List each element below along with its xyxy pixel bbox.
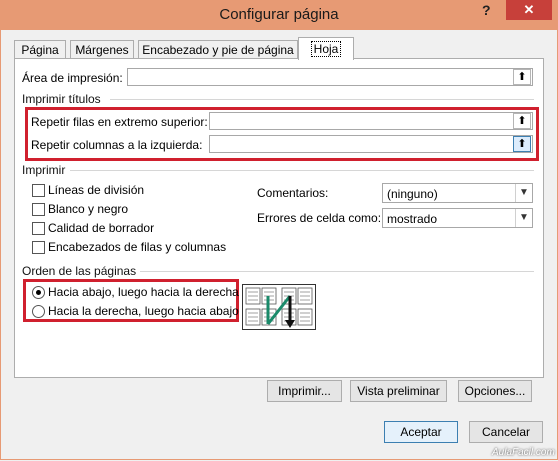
cols-label: Repetir columnas a la izquierda:	[31, 138, 203, 152]
tab-hoja-label: Hoja	[310, 41, 342, 57]
errors-select[interactable]: mostrado ▼	[382, 208, 533, 228]
divider	[70, 170, 534, 171]
tab-encabezado[interactable]: Encabezado y pie de página	[138, 40, 298, 59]
options-label: Opciones...	[464, 384, 526, 398]
window-title: Configurar página	[219, 6, 339, 23]
print-button-label: Imprimir...	[278, 384, 331, 398]
draft-checkbox[interactable]	[32, 222, 45, 235]
blackwhite-label: Blanco y negro	[48, 202, 129, 216]
headings-checkbox[interactable]	[32, 241, 45, 254]
print-area-collapse-icon[interactable]: ⬆	[513, 69, 531, 85]
page-order-preview-icon	[242, 284, 316, 330]
errors-value: mostrado	[387, 212, 438, 226]
rows-label: Repetir filas en extremo superior:	[31, 115, 208, 129]
chevron-down-icon: ▼	[515, 184, 532, 202]
tab-hoja[interactable]: Hoja	[298, 37, 354, 60]
print-titles-group: Imprimir títulos	[22, 92, 101, 106]
ok-button[interactable]: Aceptar	[384, 421, 458, 443]
print-button[interactable]: Imprimir...	[267, 380, 342, 402]
down-then-over-label: Hacia abajo, luego hacia la derecha	[48, 285, 239, 299]
gridlines-label: Líneas de división	[48, 183, 145, 197]
divider	[110, 99, 534, 100]
cancel-button[interactable]: Cancelar	[469, 421, 543, 443]
tab-margenes[interactable]: Márgenes	[70, 40, 134, 59]
comments-select[interactable]: (ninguno) ▼	[382, 183, 533, 203]
cancel-label: Cancelar	[481, 425, 531, 439]
print-group: Imprimir	[22, 163, 66, 177]
options-button[interactable]: Opciones...	[458, 380, 532, 402]
comments-label: Comentarios:	[257, 186, 329, 200]
print-area-input[interactable]	[127, 68, 533, 86]
radio-selected-dot	[36, 290, 41, 295]
gridlines-checkbox[interactable]	[32, 184, 45, 197]
title-bar: Configurar página ? ✕	[0, 0, 558, 30]
down-then-over-radio[interactable]	[32, 286, 45, 299]
watermark-text: AulaFacil.com	[492, 447, 555, 458]
print-area-label: Área de impresión:	[22, 71, 123, 85]
print-preview-label: Vista preliminar	[357, 384, 440, 398]
rows-collapse-icon[interactable]: ⬆	[513, 113, 531, 129]
help-button[interactable]: ?	[482, 2, 491, 18]
over-then-down-radio[interactable]	[32, 305, 45, 318]
cols-input[interactable]	[209, 135, 533, 153]
chevron-down-icon: ▼	[515, 209, 532, 227]
errors-label: Errores de celda como:	[257, 211, 382, 225]
headings-label: Encabezados de filas y columnas	[48, 240, 227, 254]
blackwhite-checkbox[interactable]	[32, 203, 45, 216]
page-order-group: Orden de las páginas	[22, 264, 137, 278]
comments-value: (ninguno)	[387, 187, 438, 201]
close-button[interactable]: ✕	[506, 0, 552, 20]
divider	[140, 271, 534, 272]
tab-pagina[interactable]: Página	[14, 40, 66, 59]
print-preview-button[interactable]: Vista preliminar	[350, 380, 447, 402]
draft-label: Calidad de borrador	[48, 221, 155, 235]
cols-collapse-icon[interactable]: ⬆	[513, 136, 531, 152]
rows-input[interactable]	[209, 112, 533, 130]
over-then-down-label: Hacia la derecha, luego hacia abajo	[48, 304, 239, 318]
ok-label: Aceptar	[400, 425, 442, 439]
